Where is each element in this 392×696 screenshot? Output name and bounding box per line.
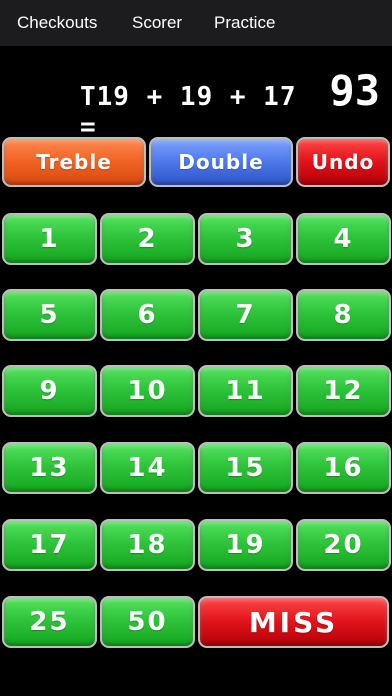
number-button-16[interactable]: 16 (296, 442, 391, 494)
bull-50-button[interactable]: 50 (100, 596, 195, 648)
number-button-7[interactable]: 7 (198, 289, 293, 341)
throw-expression: T19 + 19 + 17 = (80, 82, 297, 142)
number-button-2[interactable]: 2 (100, 213, 195, 265)
number-button-11[interactable]: 11 (198, 365, 293, 417)
number-button-13[interactable]: 13 (2, 442, 97, 494)
number-button-3[interactable]: 3 (198, 213, 293, 265)
number-button-5[interactable]: 5 (2, 289, 97, 341)
number-button-9[interactable]: 9 (2, 365, 97, 417)
bull-25-button[interactable]: 25 (2, 596, 97, 648)
number-button-14[interactable]: 14 (100, 442, 195, 494)
top-navigation-bar: Checkouts Scorer Practice (0, 0, 392, 46)
score-total: 93 (329, 66, 380, 115)
number-button-17[interactable]: 17 (2, 519, 97, 571)
number-button-15[interactable]: 15 (198, 442, 293, 494)
undo-button[interactable]: Undo (296, 137, 390, 187)
number-button-12[interactable]: 12 (296, 365, 391, 417)
number-button-18[interactable]: 18 (100, 519, 195, 571)
practice-tab[interactable]: Practice (214, 13, 275, 33)
double-button[interactable]: Double (149, 137, 293, 187)
number-button-1[interactable]: 1 (2, 213, 97, 265)
number-button-19[interactable]: 19 (198, 519, 293, 571)
score-expression: T19 + 19 + 17 = 93 (80, 66, 380, 142)
number-button-4[interactable]: 4 (296, 213, 391, 265)
checkouts-tab[interactable]: Checkouts (17, 13, 97, 33)
number-button-8[interactable]: 8 (296, 289, 391, 341)
treble-button[interactable]: Treble (2, 137, 146, 187)
miss-button[interactable]: MISS (198, 596, 389, 648)
number-button-6[interactable]: 6 (100, 289, 195, 341)
number-button-10[interactable]: 10 (100, 365, 195, 417)
number-button-20[interactable]: 20 (296, 519, 391, 571)
scorer-tab[interactable]: Scorer (132, 13, 182, 33)
